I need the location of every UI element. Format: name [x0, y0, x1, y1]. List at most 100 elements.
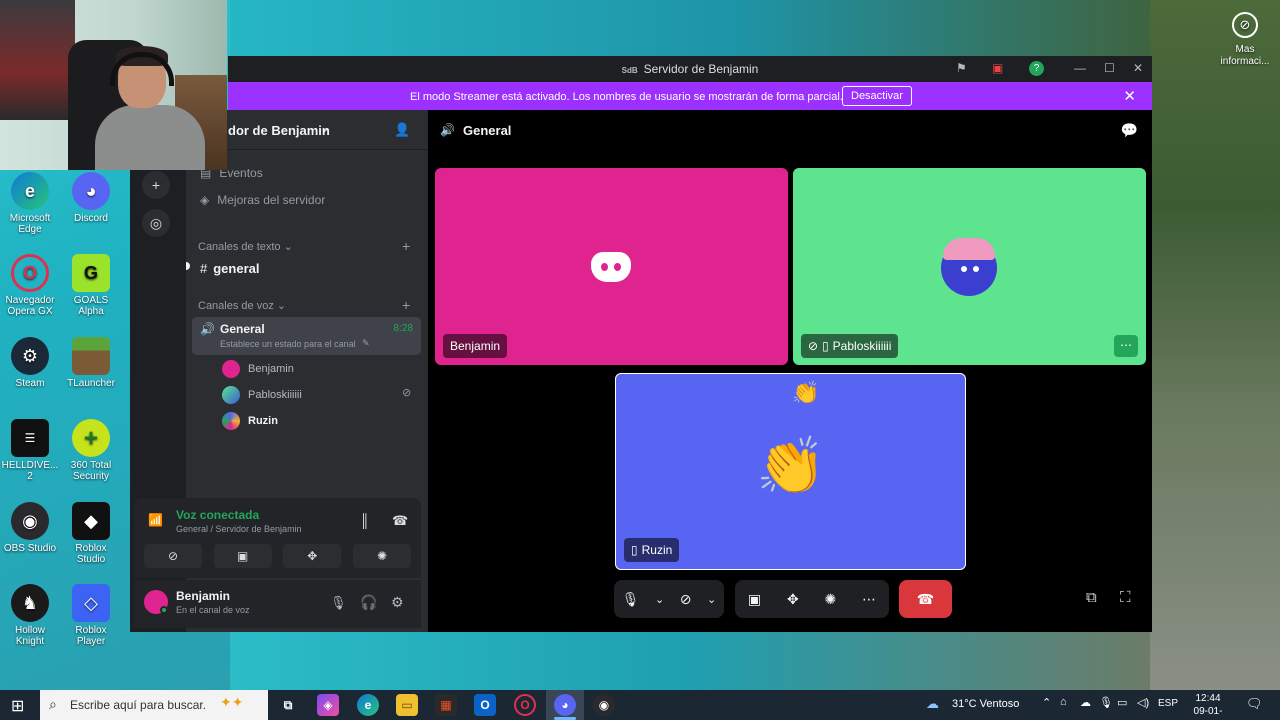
more-options-button[interactable]: ⋯ [1114, 335, 1138, 357]
user-panel: Benjamin En el canal de voz 🎙 🎧 ⚙ [134, 580, 421, 628]
weather-text[interactable]: 31°C Ventoso [952, 698, 1019, 710]
settings-icon[interactable]: ⚙ [391, 594, 404, 611]
voice-member-benjamin[interactable]: Benjamin [222, 360, 294, 378]
username: Benjamin [176, 589, 231, 603]
channel-item-general[interactable]: # general [200, 261, 259, 276]
obs-icon[interactable]: ◉ [593, 694, 615, 716]
outlook-icon[interactable]: O [474, 694, 496, 716]
disconnect-button[interactable]: ☎ [899, 580, 952, 618]
video-toggle-button[interactable]: ⊘ [144, 544, 202, 568]
screen-share-icon[interactable]: ▣ [992, 61, 1003, 75]
minimize-icon[interactable]: — [1074, 61, 1086, 75]
desktop-icon-tlauncher[interactable]: TLauncher [61, 337, 121, 389]
voice-stage: 🔊 General 💬 Benjamin ⊘ ▯ Pabloskiiiiii ⋯… [428, 110, 1152, 632]
volume-icon[interactable]: ◁) [1137, 696, 1149, 709]
cloud-icon[interactable]: ☁ [1080, 696, 1091, 709]
chat-icon[interactable]: 💬 [1121, 122, 1138, 139]
screen-share-button[interactable]: ▣ [213, 544, 272, 568]
activities-icon[interactable]: ✥ [787, 591, 799, 608]
screen-share-icon[interactable]: ▣ [748, 591, 761, 608]
more-info-widget[interactable]: ⊘ Mas informaci... [1215, 12, 1275, 68]
inbox-icon[interactable]: ⚑ [956, 61, 967, 75]
close-banner-icon[interactable]: ✕ [1123, 87, 1136, 105]
chevron-down-icon[interactable]: ⌄ [655, 593, 664, 606]
notification-icon[interactable]: 🗨 [1246, 696, 1263, 712]
chevron-down-icon[interactable]: ⌄ [707, 593, 716, 606]
voice-channels-category[interactable]: Canales de voz ⌄ [198, 299, 286, 312]
add-server-button[interactable]: + [142, 171, 170, 199]
activities-button[interactable]: ✥ [283, 544, 342, 568]
channel-status-input[interactable]: Establece un estado para el canal [220, 339, 356, 349]
file-explorer-icon[interactable]: ▭ [396, 694, 418, 716]
info-icon: ⊘ [1232, 12, 1258, 38]
edge-icon[interactable]: e [357, 694, 379, 716]
help-icon[interactable]: ? [1029, 61, 1044, 76]
fullscreen-icon[interactable]: ⛶ [1120, 589, 1131, 606]
screen-share-icon: ▣ [236, 549, 249, 563]
network-icon[interactable]: ▭ [1117, 696, 1127, 709]
camera-off-icon: ⊘ [167, 549, 179, 563]
microphone-icon[interactable]: 🎙 [622, 591, 640, 608]
participant-label: Benjamin [443, 334, 508, 358]
plus-icon: + [151, 177, 161, 193]
add-text-channel-icon[interactable]: + [402, 238, 410, 254]
task-view-icon[interactable]: ⧉ [277, 694, 299, 716]
chevron-up-icon[interactable]: ⌃ [1042, 696, 1051, 709]
voice-channel-general[interactable]: 🔊 General 8:28 Establece un estado para … [192, 317, 421, 355]
search-box[interactable]: ⌕ Escribe aquí para buscar. ✦✦ [40, 690, 268, 720]
desktop-icon-obs[interactable]: ◉ OBS Studio [0, 502, 60, 554]
server-initials: SdB [621, 66, 638, 75]
maximize-icon[interactable]: ☐ [1104, 61, 1115, 75]
desktop-icon-discord[interactable]: ◕ Discord [61, 172, 121, 224]
tray-icon[interactable]: ⌂ [1060, 696, 1067, 708]
close-icon[interactable]: ✕ [1133, 61, 1143, 75]
voice-member-pabloskiiiiii[interactable]: Pabloskiiiiii [222, 386, 302, 404]
tlauncher-icon [72, 337, 110, 375]
avatar [222, 386, 240, 404]
desktop-icon-helldivers[interactable]: ☰ HELLDIVE... 2 [0, 419, 60, 482]
participant-tile-ruzin[interactable]: 👏 👏 ▯ Ruzin [615, 373, 966, 570]
soundboard-button[interactable]: ✺ [352, 544, 411, 568]
online-status-icon [160, 606, 168, 614]
noise-suppression-icon[interactable]: ║ [360, 513, 369, 528]
desktop-icon-hollow-knight[interactable]: ♞ Hollow Knight [0, 584, 60, 647]
voice-location[interactable]: General / Servidor de Benjamin [176, 524, 302, 534]
desktop-icon-opera-gx[interactable]: O Navegador Opera GX [0, 254, 60, 317]
add-voice-channel-icon[interactable]: + [402, 297, 410, 313]
text-channels-category[interactable]: Canales de texto ⌄ [198, 240, 293, 253]
voice-member-ruzin[interactable]: Ruzin [222, 412, 278, 430]
desktop-icon-roblox-studio[interactable]: ◆ Roblox Studio [61, 502, 121, 565]
camera-off-icon[interactable]: ⊘ [680, 591, 692, 608]
copilot-icon[interactable]: ◈ [317, 694, 339, 716]
desktop-icon-360-security[interactable]: + 360 Total Security [61, 419, 121, 482]
server-name: dor de Benjamin [228, 123, 330, 138]
ellipsis-icon[interactable]: ⋯ [862, 591, 876, 608]
camera-off-icon: ⊘ [808, 339, 819, 353]
desktop-icon-goals[interactable]: G GOALS Alpha [61, 254, 121, 317]
clock[interactable]: 12:44 09-01-2026 [1185, 692, 1231, 720]
desktop-icon-roblox-player[interactable]: ◇ Roblox Player [61, 584, 121, 647]
headphones-icon[interactable]: 🎧 [360, 594, 377, 611]
opera-gx-icon[interactable]: O [514, 694, 536, 716]
voice-status: Voz conectada [176, 508, 260, 522]
pop-out-icon[interactable]: ⧉ [1086, 589, 1097, 606]
store-icon[interactable]: ▦ [435, 694, 457, 716]
participant-tile-benjamin[interactable]: Benjamin [435, 168, 788, 365]
language-indicator[interactable]: ESP [1158, 698, 1178, 709]
chevron-down-icon: ⌄ [276, 300, 287, 312]
participant-tile-pabloskiiiiii[interactable]: ⊘ ▯ Pabloskiiiiii ⋯ [793, 168, 1146, 365]
microphone-icon[interactable]: 🎙 [330, 595, 347, 611]
windows-start-icon[interactable]: ⊞ [11, 696, 24, 716]
desktop-icon-steam[interactable]: ⚙ Steam [0, 337, 60, 389]
edit-icon[interactable]: ✎ [362, 338, 370, 349]
soundboard-icon[interactable]: ✺ [825, 591, 837, 608]
microphone-icon[interactable]: 🎙 [1099, 696, 1113, 709]
disconnect-icon[interactable]: ☎ [392, 513, 408, 529]
invite-icon[interactable]: 👤 [394, 122, 410, 138]
boosts-item[interactable]: ◈Mejoras del servidor [200, 193, 325, 207]
obs-icon: ◉ [11, 502, 49, 540]
discord-icon[interactable]: ◕ [554, 694, 576, 716]
explore-servers-button[interactable]: ◎ [142, 209, 170, 237]
deactivate-button[interactable]: Desactivar [842, 86, 912, 106]
desktop-icon-edge[interactable]: e Microsoft Edge [0, 172, 60, 235]
